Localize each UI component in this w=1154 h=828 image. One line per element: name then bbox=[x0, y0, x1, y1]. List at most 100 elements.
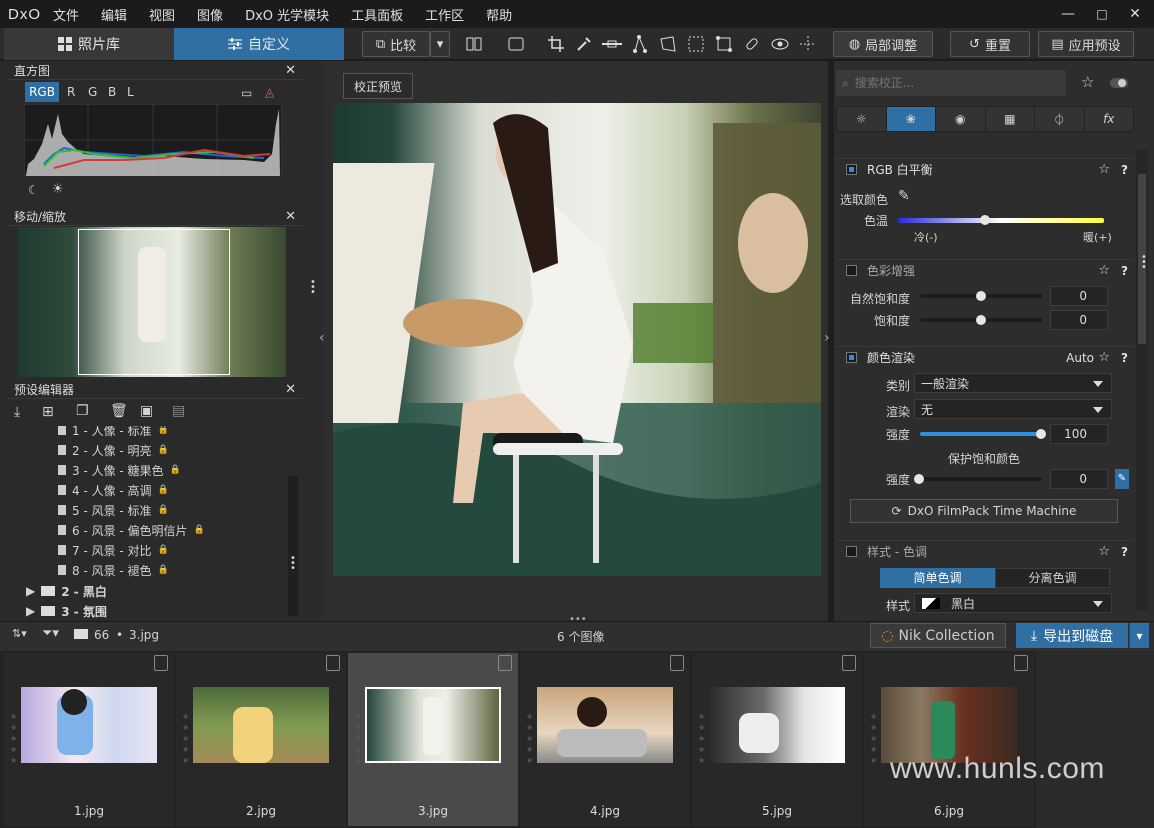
color-tab-icon[interactable]: ❀ bbox=[886, 107, 936, 131]
rendering-select[interactable]: 无 bbox=[914, 399, 1112, 419]
preset-item[interactable]: 6 - 风景 - 偏色明信片 🔒 bbox=[58, 520, 205, 540]
eyedropper-icon[interactable]: ✎ bbox=[898, 188, 910, 204]
render-section-header[interactable]: 颜色渲染 Auto ☆ ? bbox=[836, 346, 1134, 368]
correction-preview-button[interactable]: 校正预览 bbox=[343, 73, 413, 99]
apply-preset-button[interactable]: ▤ 应用预设 bbox=[1038, 31, 1134, 57]
toggle-switch[interactable] bbox=[1110, 78, 1128, 88]
perspective-8pt-icon[interactable] bbox=[684, 33, 708, 55]
thumbnail-cell[interactable]: ★ ★ ★ ★ ★ 6.jpg bbox=[864, 653, 1034, 826]
rating-stars[interactable]: ★ ★ ★ ★ ★ bbox=[526, 711, 536, 766]
maximize-button[interactable]: □ bbox=[1085, 0, 1119, 28]
grip-icon[interactable]: ••• bbox=[310, 278, 316, 298]
tag-icon[interactable] bbox=[1014, 655, 1028, 671]
tab-customize[interactable]: 自定义 bbox=[174, 28, 344, 60]
help-icon[interactable]: ? bbox=[1121, 351, 1128, 365]
search-field[interactable] bbox=[854, 76, 1045, 90]
tag-icon[interactable] bbox=[670, 655, 684, 671]
search-input[interactable]: ⌕ bbox=[836, 70, 1066, 96]
right-scrollbar[interactable] bbox=[1136, 150, 1148, 610]
fx-tab-icon[interactable]: fx bbox=[1085, 107, 1134, 131]
preset-item[interactable]: 5 - 风景 - 标准 🔒 bbox=[58, 500, 169, 520]
sun-icon[interactable]: ☀ bbox=[52, 182, 64, 197]
preset-item[interactable]: 3 - 人像 - 糖果色 🔒 bbox=[58, 460, 181, 480]
auto-label[interactable]: Auto bbox=[1066, 351, 1094, 365]
thumbnail-cell-selected[interactable]: ★ ★ ★ ★ ★ 3.jpg bbox=[348, 653, 518, 826]
split-toning-tab[interactable]: 分离色调 bbox=[995, 568, 1110, 588]
channel-g[interactable]: G bbox=[88, 85, 97, 99]
star-icon[interactable]: ☆ bbox=[1098, 544, 1110, 559]
eye-icon[interactable] bbox=[768, 33, 792, 55]
preset-folder[interactable]: ▶ 3 - 氛围 bbox=[26, 601, 107, 618]
star-icon[interactable]: ☆ bbox=[1098, 162, 1110, 177]
chevron-right-icon[interactable]: › bbox=[824, 330, 830, 346]
star-icon[interactable]: ☆ bbox=[1098, 263, 1110, 278]
vibrancy-value[interactable]: 0 bbox=[1050, 286, 1108, 306]
monitor-icon[interactable]: ▭ bbox=[241, 86, 252, 100]
slider-knob[interactable] bbox=[979, 215, 990, 225]
thumbnail-cell[interactable]: ★ ★ ★ ★ ★ 5.jpg bbox=[692, 653, 862, 826]
menu-palettes[interactable]: 工具面板 bbox=[351, 5, 403, 24]
navigator-preview[interactable] bbox=[18, 227, 286, 377]
perspective-rect-icon[interactable] bbox=[656, 33, 680, 55]
close-icon[interactable]: ✕ bbox=[285, 62, 296, 80]
menu-workspace[interactable]: 工作区 bbox=[425, 5, 464, 24]
channel-l[interactable]: L bbox=[127, 85, 134, 99]
boost-checkbox[interactable] bbox=[846, 265, 857, 276]
split-view-icon[interactable] bbox=[462, 33, 486, 55]
crop-icon[interactable] bbox=[544, 33, 568, 55]
style-checkbox[interactable] bbox=[846, 546, 857, 557]
update-preset-icon[interactable]: ▣ bbox=[140, 403, 153, 419]
protect-value[interactable]: 0 bbox=[1050, 469, 1108, 489]
filter-icon[interactable]: ⏷▾ bbox=[42, 626, 59, 641]
render-checkbox[interactable] bbox=[846, 352, 857, 363]
export-dropdown[interactable]: ▾ bbox=[1129, 623, 1149, 648]
preset-scrollbar[interactable] bbox=[288, 476, 298, 616]
tag-icon[interactable] bbox=[154, 655, 168, 671]
detail-tab-icon[interactable]: ◉ bbox=[936, 107, 986, 131]
wb-section-header[interactable]: RGB 白平衡 ☆ ? bbox=[836, 158, 1134, 180]
menu-optics[interactable]: DxO 光学模块 bbox=[245, 5, 329, 24]
watermark-tab-icon[interactable]: ⏀ bbox=[1035, 107, 1085, 131]
category-select[interactable]: 一般渲染 bbox=[914, 373, 1112, 393]
menu-edit[interactable]: 编辑 bbox=[101, 5, 127, 24]
export-preset-icon[interactable]: ▤ bbox=[172, 403, 185, 419]
preset-item[interactable]: 1 - 人像 - 标准 🔒 bbox=[58, 426, 169, 440]
menu-file[interactable]: 文件 bbox=[53, 5, 79, 24]
close-button[interactable]: ✕ bbox=[1118, 0, 1152, 28]
new-preset-icon[interactable]: ⊞ bbox=[42, 404, 54, 420]
chevron-left-icon[interactable]: ‹ bbox=[319, 330, 325, 346]
import-icon[interactable]: ⤓ bbox=[14, 404, 20, 420]
tag-icon[interactable] bbox=[326, 655, 340, 671]
preset-item[interactable]: 7 - 风景 - 对比 🔒 bbox=[58, 540, 169, 560]
menu-image[interactable]: 图像 bbox=[197, 5, 223, 24]
sort-icon[interactable]: ⇅▾ bbox=[12, 627, 27, 640]
boost-section-header[interactable]: 色彩增强 ☆ ? bbox=[836, 259, 1134, 281]
style-select[interactable]: 黑白 bbox=[914, 593, 1112, 613]
light-tab-icon[interactable]: ☼ bbox=[837, 107, 887, 131]
thumbnail-cell[interactable]: ★ ★ ★ ★ ★ 4.jpg bbox=[520, 653, 690, 826]
saturation-slider[interactable] bbox=[920, 315, 1042, 325]
rating-stars[interactable]: ★ ★ ★ ★ ★ bbox=[182, 711, 192, 766]
close-icon[interactable]: ✕ bbox=[285, 381, 296, 399]
tab-library[interactable]: 照片库 bbox=[4, 28, 174, 60]
horizon-icon[interactable] bbox=[600, 33, 624, 55]
eyedropper-icon[interactable] bbox=[572, 33, 596, 55]
tag-icon[interactable] bbox=[842, 655, 856, 671]
local-adjust-button[interactable]: ◍ 局部调整 bbox=[833, 31, 933, 57]
strength-slider[interactable] bbox=[920, 429, 1046, 439]
compare-button[interactable]: ⧉ 比较 bbox=[362, 31, 430, 57]
vibrancy-slider[interactable] bbox=[920, 291, 1042, 301]
menu-view[interactable]: 视图 bbox=[149, 5, 175, 24]
grid-overlay-icon[interactable] bbox=[796, 33, 820, 55]
slider-knob[interactable] bbox=[1036, 429, 1046, 439]
trash-icon[interactable]: 🗑 bbox=[110, 403, 128, 419]
channel-b[interactable]: B bbox=[108, 85, 116, 99]
channel-rgb[interactable]: RGB bbox=[25, 82, 59, 102]
close-icon[interactable]: ✕ bbox=[285, 208, 296, 226]
repair-icon[interactable] bbox=[740, 33, 764, 55]
help-icon[interactable]: ? bbox=[1121, 264, 1128, 278]
temperature-slider[interactable] bbox=[898, 215, 1104, 225]
wb-checkbox[interactable] bbox=[846, 164, 857, 175]
slider-knob[interactable] bbox=[914, 474, 924, 484]
nik-collection-button[interactable]: ◌ Nik Collection bbox=[870, 623, 1006, 648]
